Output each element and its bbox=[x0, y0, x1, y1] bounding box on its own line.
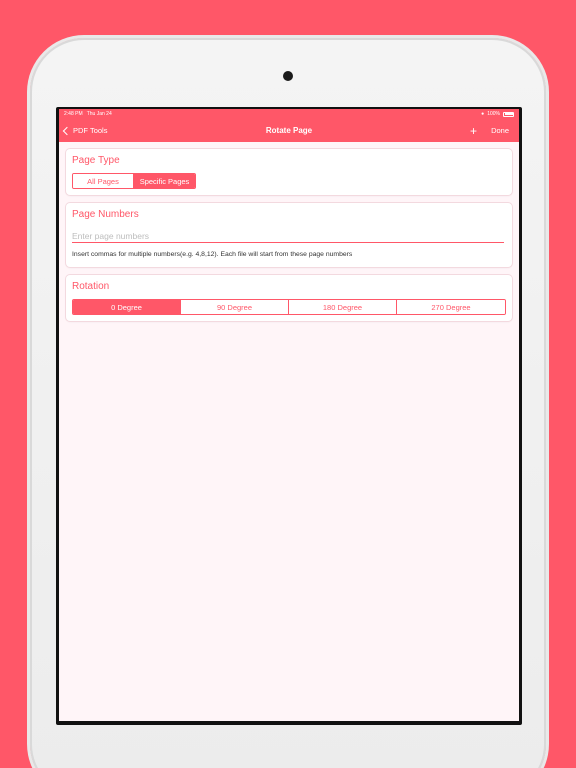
page-type-option-specific[interactable]: Specific Pages bbox=[134, 174, 195, 188]
status-date: Thu Jan 24 bbox=[86, 111, 112, 117]
rotation-option-0[interactable]: 0 Degree bbox=[73, 300, 181, 314]
status-time-date: 2:48 PM Thu Jan 24 bbox=[64, 111, 112, 117]
page-type-card: Page Type All Pages Specific Pages bbox=[66, 149, 512, 195]
rotation-option-180[interactable]: 180 Degree bbox=[289, 300, 397, 314]
page-title: Rotate Page bbox=[265, 126, 313, 135]
battery-icon bbox=[503, 111, 514, 117]
wifi-icon: ● bbox=[481, 111, 485, 117]
rotation-card: Rotation 0 Degree 90 Degree 180 Degree 2… bbox=[66, 275, 512, 321]
battery-percent: 100% bbox=[487, 111, 500, 117]
front-camera bbox=[283, 71, 293, 81]
page-type-option-all[interactable]: All Pages bbox=[73, 174, 135, 188]
status-bar: 2:48 PM Thu Jan 24 ● 100% bbox=[59, 109, 519, 119]
page-type-segmented-control: All Pages Specific Pages bbox=[72, 173, 196, 189]
status-time: 2:48 PM bbox=[64, 111, 83, 117]
rotation-option-270[interactable]: 270 Degree bbox=[397, 300, 505, 314]
rotation-segmented-control: 0 Degree 90 Degree 180 Degree 270 Degree bbox=[72, 299, 506, 315]
nav-actions: + Done bbox=[470, 119, 509, 142]
navigation-bar: PDF Tools Rotate Page + Done bbox=[59, 119, 519, 142]
app-window: 2:48 PM Thu Jan 24 ● 100% PDF Tools Rota… bbox=[59, 109, 519, 721]
add-icon[interactable]: + bbox=[470, 125, 477, 137]
page-type-title: Page Type bbox=[72, 155, 120, 166]
page-numbers-input[interactable] bbox=[72, 229, 504, 243]
page-numbers-hint: Insert commas for multiple numbers(e.g. … bbox=[72, 251, 353, 258]
rotation-option-90[interactable]: 90 Degree bbox=[181, 300, 289, 314]
page-numbers-title: Page Numbers bbox=[72, 209, 139, 220]
status-indicators: ● 100% bbox=[481, 111, 514, 117]
rotation-title: Rotation bbox=[72, 281, 110, 292]
page-numbers-card: Page Numbers Insert commas for multiple … bbox=[66, 203, 512, 267]
done-button[interactable]: Done bbox=[491, 126, 509, 135]
